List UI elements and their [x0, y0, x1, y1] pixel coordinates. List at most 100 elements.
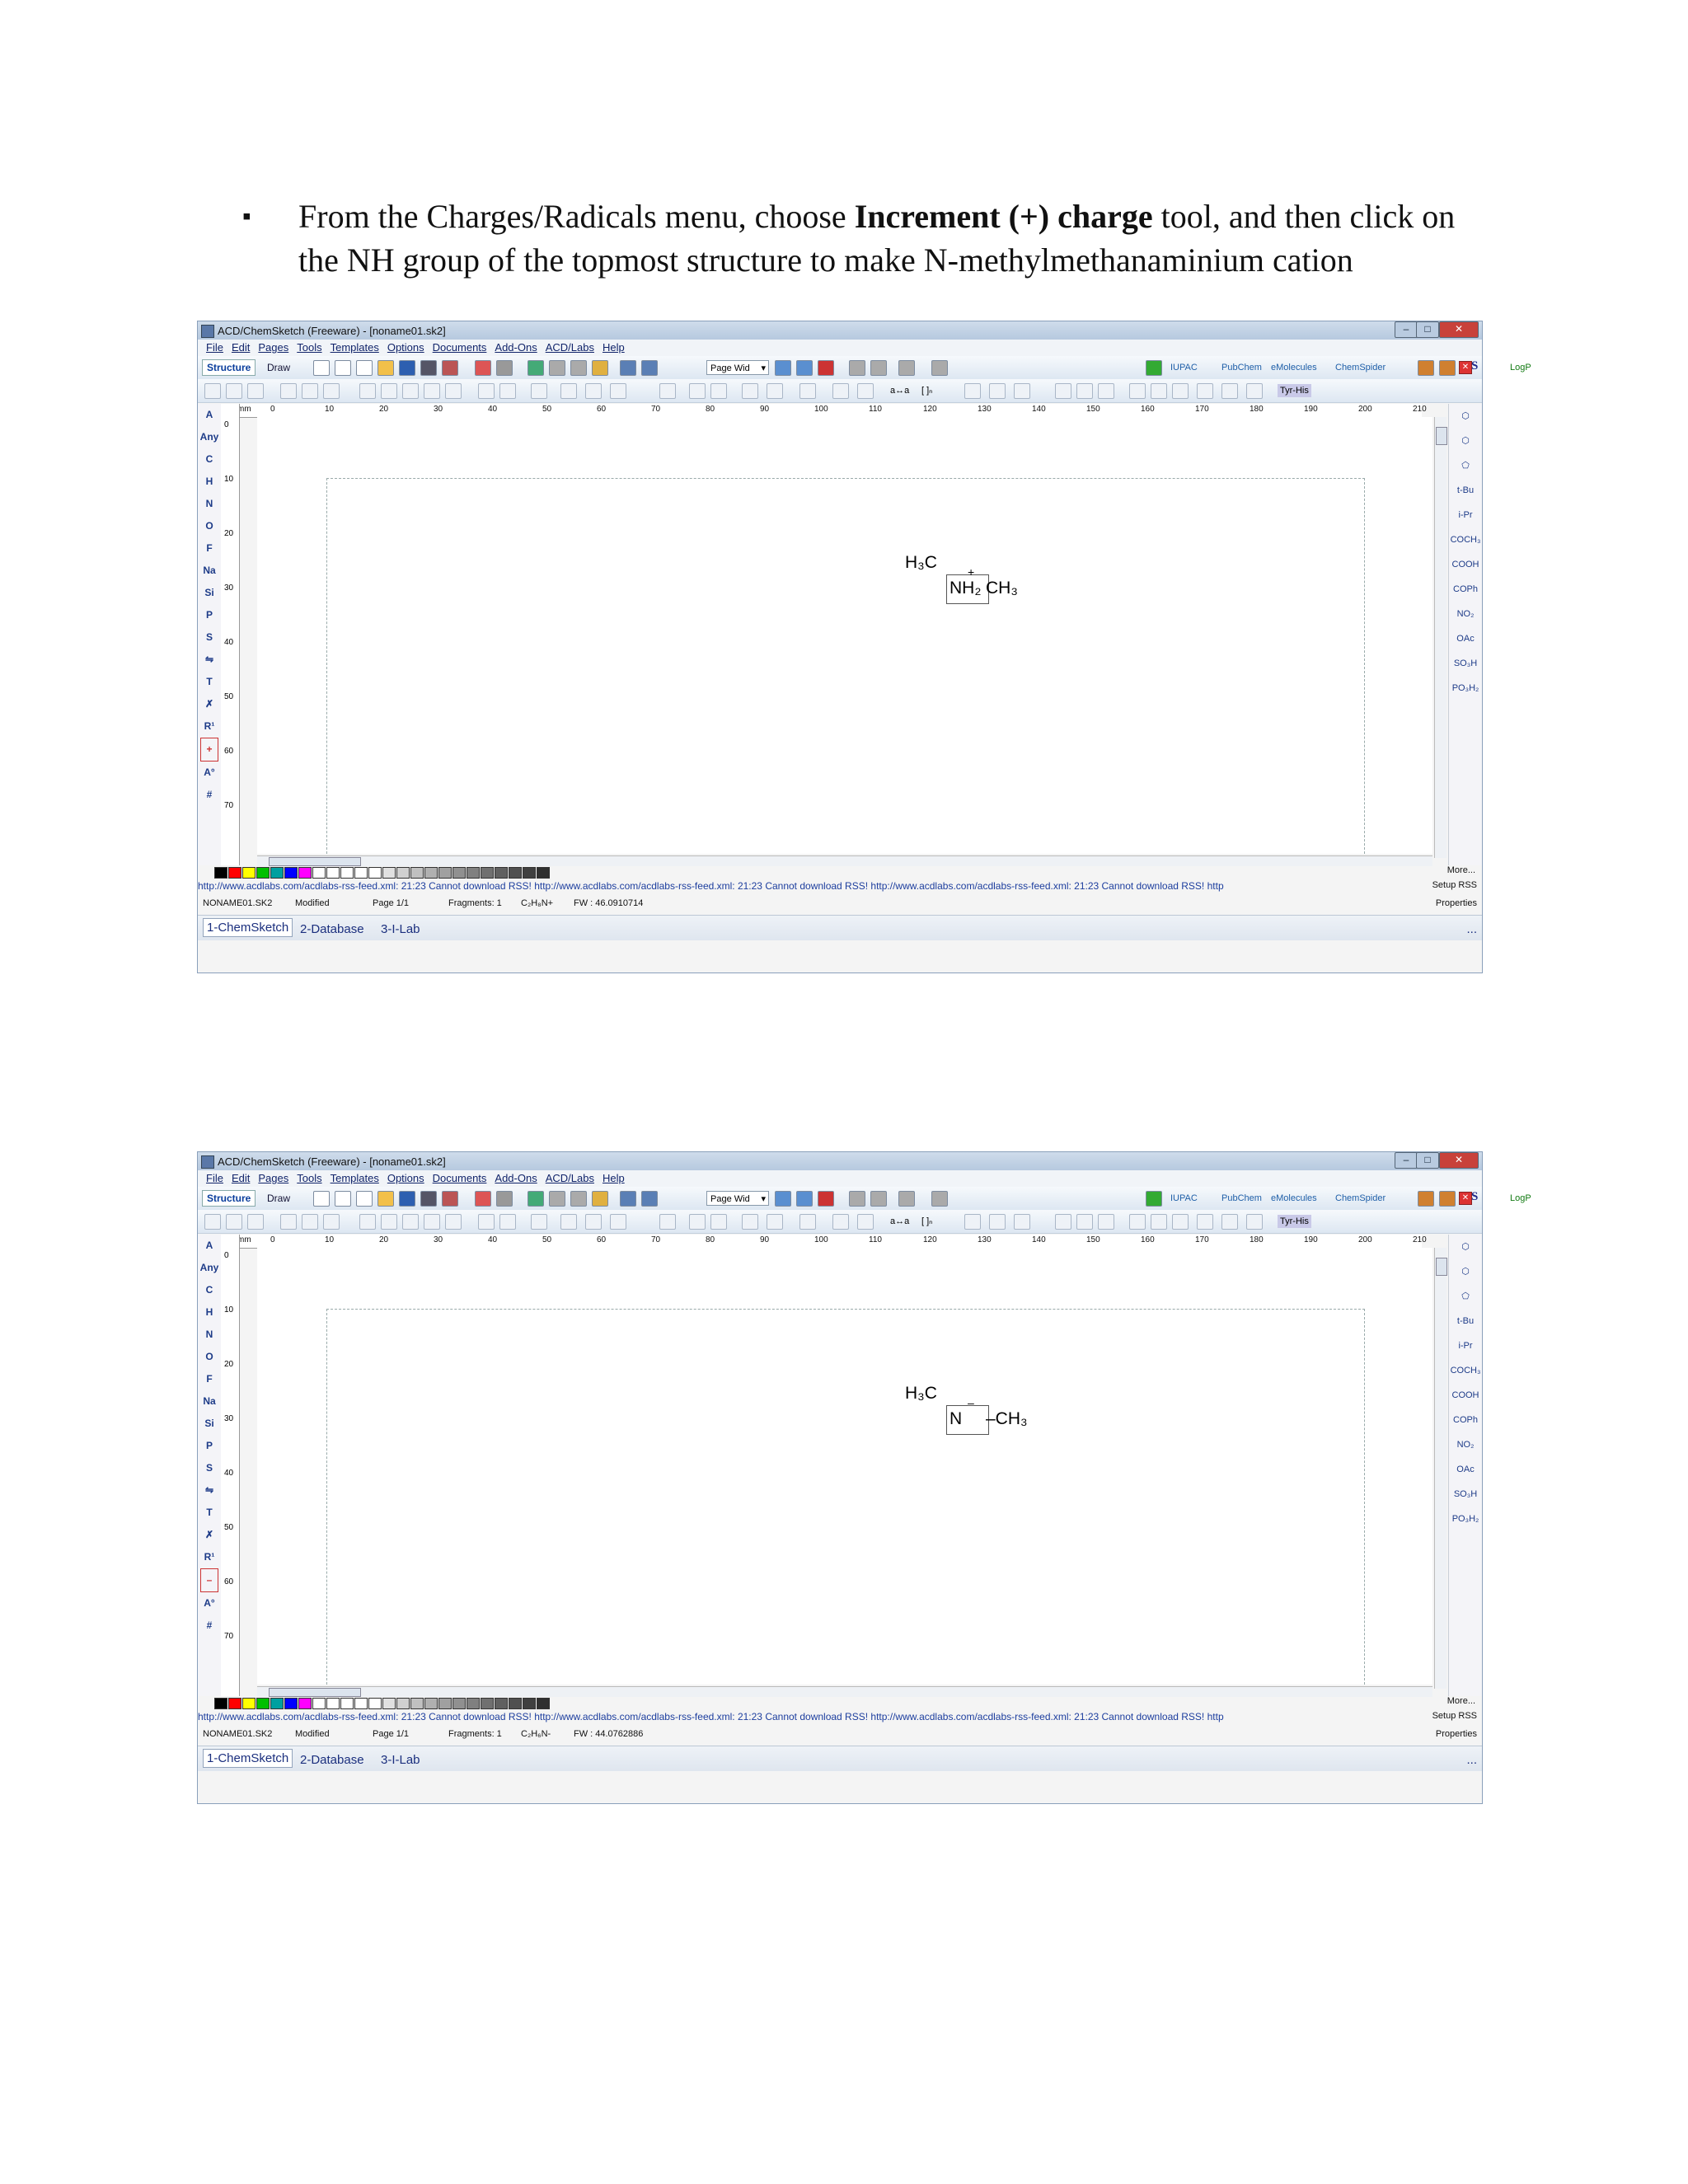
template-palette-item[interactable]: OAc — [1449, 626, 1482, 651]
chemspider-button[interactable]: ChemSpider — [1335, 361, 1386, 374]
drawing-tool-icon[interactable] — [531, 1214, 547, 1230]
drawing-tool-icon[interactable] — [1129, 1214, 1146, 1230]
draw-mode-button[interactable]: Draw — [262, 1190, 295, 1207]
toolbar-icon[interactable] — [335, 360, 351, 376]
toolbar-icon[interactable] — [898, 1191, 915, 1207]
atom-palette-item[interactable]: ✗ — [198, 693, 221, 715]
menu-help[interactable]: Help — [603, 1170, 625, 1187]
toolbar-icon[interactable] — [641, 360, 658, 376]
molecule-methyl-top[interactable]: H₃C — [905, 1384, 937, 1404]
color-swatch[interactable] — [537, 867, 550, 879]
more-link[interactable]: More... — [1447, 865, 1475, 875]
drawing-tool-icon[interactable] — [832, 1214, 849, 1230]
drawing-tool-icon[interactable] — [560, 1214, 577, 1230]
color-swatch[interactable] — [452, 867, 466, 879]
template-palette-item[interactable]: NO₂ — [1449, 602, 1482, 626]
color-swatch[interactable] — [256, 867, 270, 879]
toolbar-icon[interactable] — [818, 360, 834, 376]
drawing-tool-icon[interactable] — [832, 383, 849, 399]
color-swatch[interactable] — [424, 867, 438, 879]
toolbar-icon[interactable] — [496, 1191, 513, 1207]
drawing-tool-icon[interactable] — [280, 383, 297, 399]
template-palette-item[interactable]: t-Bu — [1449, 1309, 1482, 1333]
drawing-tool-icon[interactable] — [742, 383, 758, 399]
pubchem-button[interactable]: PubChem — [1221, 1192, 1262, 1205]
properties-button[interactable]: Properties — [1436, 1729, 1477, 1739]
atom-palette-item[interactable]: S — [198, 1457, 221, 1479]
drawing-tool-icon[interactable] — [381, 1214, 397, 1230]
drawing-tool-icon[interactable] — [247, 1214, 264, 1230]
color-swatch[interactable] — [270, 867, 284, 879]
color-swatch[interactable] — [298, 867, 312, 879]
drawing-tool-icon[interactable] — [1172, 383, 1189, 399]
atom-palette-item[interactable]: F — [198, 537, 221, 560]
color-swatch[interactable] — [354, 867, 368, 879]
toolbar-icon[interactable] — [1418, 1191, 1434, 1207]
toolbar-icon[interactable] — [620, 360, 636, 376]
toolbar-icon[interactable] — [377, 360, 394, 376]
scroll-thumb[interactable] — [1436, 427, 1447, 445]
drawing-tool-icon[interactable] — [1098, 1214, 1114, 1230]
menu-addons[interactable]: Add-Ons — [495, 340, 537, 356]
toolbar-icon[interactable] — [1439, 1191, 1456, 1207]
iupac-button[interactable]: IUPAC — [1170, 1192, 1198, 1205]
toolbar-icon[interactable] — [1146, 360, 1162, 376]
template-palette-item[interactable]: OAc — [1449, 1457, 1482, 1482]
color-swatch[interactable] — [523, 867, 536, 879]
color-swatch[interactable] — [354, 1698, 368, 1709]
color-swatch[interactable] — [228, 867, 241, 879]
bracket-tool[interactable]: [ ]ₙ — [921, 384, 933, 397]
template-palette-item[interactable]: COCH₃ — [1449, 1358, 1482, 1383]
drawing-tool-icon[interactable] — [424, 1214, 440, 1230]
drawing-tool-icon[interactable] — [610, 1214, 626, 1230]
atom-palette-item[interactable]: H — [198, 471, 221, 493]
color-swatch[interactable] — [438, 1698, 452, 1709]
toolbar-icon[interactable] — [1418, 360, 1434, 376]
iupac-button[interactable]: IUPAC — [1170, 361, 1198, 374]
color-swatch[interactable] — [467, 1698, 480, 1709]
tab-chemsketch[interactable]: 1-ChemSketch — [203, 1749, 293, 1768]
drawing-tool-icon[interactable] — [359, 1214, 376, 1230]
toolbar-icon[interactable] — [399, 360, 415, 376]
tab-ilab[interactable]: 3-I-Lab — [381, 922, 420, 936]
drawing-tool-icon[interactable] — [1246, 1214, 1263, 1230]
atom-palette-item[interactable]: A° — [198, 1592, 221, 1615]
template-palette-item[interactable]: NO₂ — [1449, 1432, 1482, 1457]
toolbar-icon[interactable] — [442, 1191, 458, 1207]
color-swatch[interactable] — [270, 1698, 284, 1709]
color-swatch[interactable] — [452, 1698, 466, 1709]
vertical-scrollbar[interactable] — [1434, 417, 1447, 858]
color-swatch[interactable] — [312, 867, 326, 879]
drawing-tool-icon[interactable] — [659, 1214, 676, 1230]
toolbar-icon[interactable] — [931, 360, 948, 376]
atom-palette-item[interactable]: Any — [198, 1257, 221, 1279]
atom-palette-item[interactable]: N — [198, 493, 221, 515]
close-button[interactable]: ✕ — [1439, 1152, 1479, 1169]
atom-palette-item[interactable]: P — [198, 604, 221, 626]
menu-options[interactable]: Options — [387, 1170, 424, 1187]
pubchem-button[interactable]: PubChem — [1221, 361, 1262, 374]
toolbar-icon[interactable] — [1146, 1191, 1162, 1207]
menu-help[interactable]: Help — [603, 340, 625, 356]
drawing-tool-icon[interactable] — [1014, 1214, 1030, 1230]
color-swatch[interactable] — [242, 867, 256, 879]
color-swatch[interactable] — [396, 867, 410, 879]
color-swatch[interactable] — [410, 1698, 424, 1709]
atom-palette-item[interactable]: O — [198, 515, 221, 537]
menu-documents[interactable]: Documents — [433, 340, 487, 356]
template-palette-item[interactable]: PO₃H₂ — [1449, 676, 1482, 701]
close-view-icon[interactable]: ✕ — [1459, 1192, 1472, 1205]
bracket-tool[interactable]: [ ]ₙ — [921, 1215, 933, 1228]
color-swatch[interactable] — [298, 1698, 312, 1709]
toolbar-icon[interactable] — [475, 1191, 491, 1207]
atom-palette-item[interactable]: F — [198, 1368, 221, 1390]
color-swatch[interactable] — [368, 1698, 382, 1709]
atom-palette-item[interactable]: C — [198, 1279, 221, 1301]
menu-templates[interactable]: Templates — [331, 1170, 379, 1187]
ab-tool[interactable]: a↔a — [890, 1215, 909, 1228]
template-palette-item[interactable]: ⬡ — [1449, 1259, 1482, 1284]
template-palette-item[interactable]: SO₃H — [1449, 651, 1482, 676]
molecule-methyl-top[interactable]: H₃C — [905, 553, 937, 573]
toolbar-icon[interactable] — [849, 360, 865, 376]
template-palette-item[interactable]: ⬠ — [1449, 1284, 1482, 1309]
